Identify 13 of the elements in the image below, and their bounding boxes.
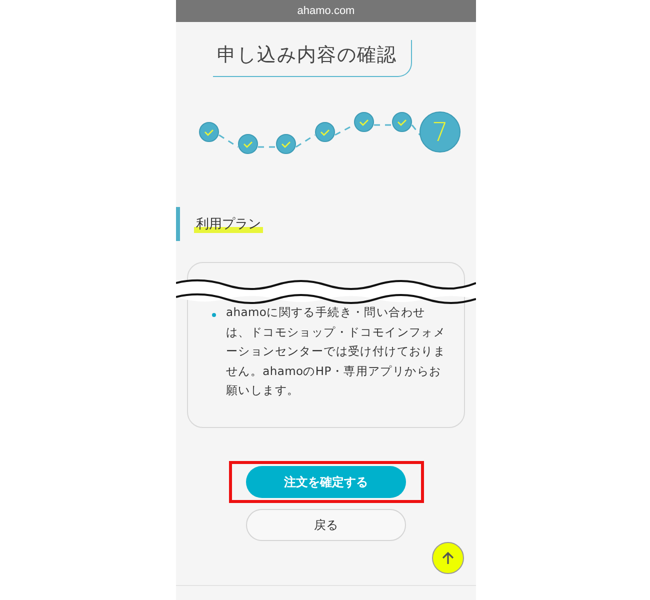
current-step: 7 <box>420 112 460 152</box>
note-text: ahamoに関する手続き・問い合わせは、ドコモショップ・ドコモインフォメーションセンターでは受け付けておりません。ahamoのHP・専用アプリからお願いします。 <box>226 304 447 399</box>
url-text: ahamo.com <box>297 5 355 17</box>
scroll-top-button[interactable] <box>432 542 464 574</box>
connector-line <box>258 146 276 148</box>
page-title: 申し込み内容の確認 <box>213 40 412 77</box>
up-arrow-icon <box>440 550 456 566</box>
connector-line <box>374 124 392 126</box>
connector-line <box>296 134 316 148</box>
bullet-icon <box>212 313 216 317</box>
back-button[interactable]: 戻る <box>246 509 406 541</box>
connector-line <box>411 124 421 136</box>
connector-line <box>218 134 238 148</box>
